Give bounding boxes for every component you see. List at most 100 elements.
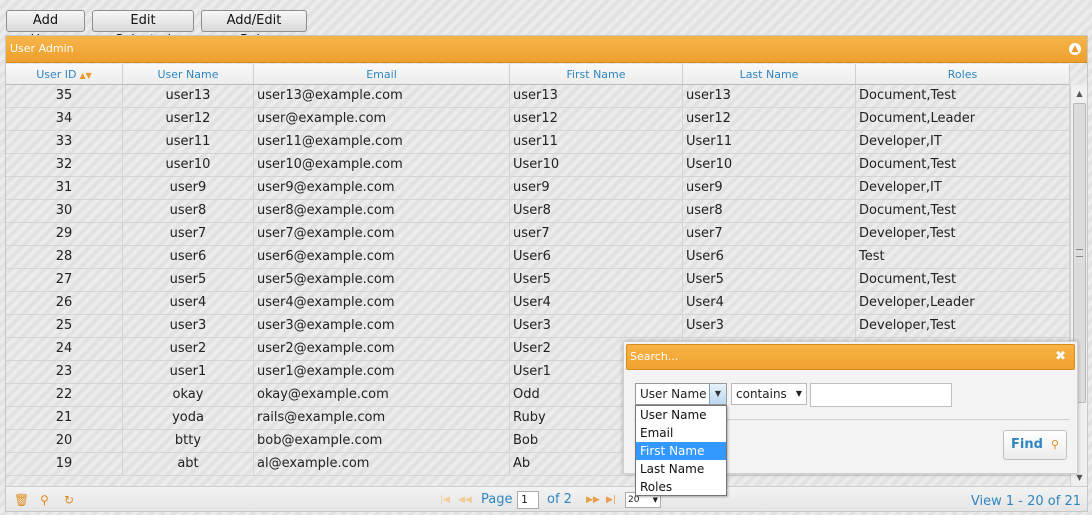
page-label: Page <box>481 492 513 507</box>
search-operator-select[interactable]: contains ▼ <box>731 383 807 405</box>
dropdown-option[interactable]: Email <box>636 424 726 442</box>
table-row[interactable]: 32 user10 user10@example.com User10 User10 Do… <box>6 154 1070 177</box>
search-field-select[interactable]: User Name ▼ <box>635 383 727 405</box>
table-row[interactable]: 26 user4 user4@example.com User4 User4 Develo… <box>6 292 1070 315</box>
record-count: View 1 - 20 of 21 <box>970 494 1081 509</box>
cell-user-name: user9 <box>123 177 254 199</box>
cell-user-name: yoda <box>123 407 254 429</box>
search-dialog-title: Search... ✖ <box>626 344 1075 370</box>
grid-caption: User Admin ▲ <box>6 36 1087 63</box>
cell-user-id: 31 <box>6 177 123 199</box>
cell-email: user1@example.com <box>254 361 510 383</box>
grid-title: User Admin <box>10 42 74 55</box>
column-header-roles[interactable]: Roles <box>856 64 1070 85</box>
column-header-email[interactable]: Email <box>254 64 510 85</box>
search-field-value: User Name <box>640 387 707 401</box>
add-user-button[interactable]: Add User <box>6 10 85 48</box>
edit-selected-button[interactable]: Edit Selected <box>92 10 194 48</box>
column-header-user-id[interactable]: User ID ▲▼ <box>6 64 123 85</box>
cell-email: user3@example.com <box>254 315 510 337</box>
cell-email: user10@example.com <box>254 154 510 176</box>
cell-email: user4@example.com <box>254 292 510 314</box>
scroll-up-icon[interactable]: ▲ <box>1073 87 1086 100</box>
first-page-icon[interactable]: |◀ <box>440 495 450 505</box>
table-row[interactable]: 31 user9 user9@example.com user9 user9 Develo… <box>6 177 1070 200</box>
cell-last-name: User4 <box>683 292 856 314</box>
cell-user-name: user12 <box>123 108 254 130</box>
prev-page-icon[interactable]: ◀◀ <box>458 495 472 505</box>
page-count: of 2 <box>547 492 572 507</box>
cell-roles: Developer,Test <box>856 315 1070 337</box>
cell-email: user@example.com <box>254 108 510 130</box>
table-row[interactable]: 35 user13 user13@example.com user13 user13 Do… <box>6 85 1070 108</box>
search-icon[interactable]: ⚲ <box>40 493 49 507</box>
table-row[interactable]: 34 user12 user@example.com user12 user12 Docu… <box>6 108 1070 131</box>
cell-email: user7@example.com <box>254 223 510 245</box>
cell-user-name: user5 <box>123 269 254 291</box>
pager: 🗑 ⚲ ↻ |◀ ◀◀ Page 1 of 2 ▶▶ ▶| 20 ▼ View 1… <box>6 486 1087 511</box>
cell-user-id: 22 <box>6 384 123 406</box>
search-value-input[interactable] <box>810 383 952 407</box>
cell-roles: Document,Test <box>856 85 1070 107</box>
table-row[interactable]: 27 user5 user5@example.com User5 User5 Docume… <box>6 269 1070 292</box>
table-row[interactable]: 29 user7 user7@example.com user7 user7 Develo… <box>6 223 1070 246</box>
cell-user-name: user2 <box>123 338 254 360</box>
cell-user-id: 20 <box>6 430 123 452</box>
trash-icon[interactable]: 🗑 <box>14 493 29 507</box>
cell-user-name: user3 <box>123 315 254 337</box>
cell-user-name: user1 <box>123 361 254 383</box>
collapse-icon[interactable]: ▲ <box>1069 43 1081 55</box>
table-row[interactable]: 28 user6 user6@example.com User6 User6 Test <box>6 246 1070 269</box>
last-page-icon[interactable]: ▶| <box>606 495 616 505</box>
cell-user-id: 28 <box>6 246 123 268</box>
cell-roles: Document,Test <box>856 200 1070 222</box>
cell-first-name: User5 <box>510 269 683 291</box>
column-header-first-name[interactable]: First Name <box>510 64 683 85</box>
cell-email: user11@example.com <box>254 131 510 153</box>
dropdown-option[interactable]: Roles <box>636 478 726 496</box>
find-button-label: Find <box>1011 437 1043 452</box>
cell-user-id: 30 <box>6 200 123 222</box>
table-row[interactable]: 25 user3 user3@example.com User3 User3 Develo… <box>6 315 1070 338</box>
cell-roles: Developer,Leader <box>856 292 1070 314</box>
cell-last-name: user7 <box>683 223 856 245</box>
dropdown-option[interactable]: First Name <box>636 442 726 460</box>
cell-user-name: user6 <box>123 246 254 268</box>
sort-desc-icon[interactable]: ▲▼ <box>79 71 91 80</box>
cell-user-id: 33 <box>6 131 123 153</box>
next-page-icon[interactable]: ▶▶ <box>586 495 600 505</box>
cell-email: user13@example.com <box>254 85 510 107</box>
cell-email: user2@example.com <box>254 338 510 360</box>
chevron-down-icon[interactable]: ▼ <box>709 384 726 404</box>
cell-first-name: user13 <box>510 85 683 107</box>
column-header-label: User ID <box>36 68 77 81</box>
chevron-down-icon: ▼ <box>795 389 802 398</box>
cell-user-id: 29 <box>6 223 123 245</box>
refresh-icon[interactable]: ↻ <box>64 493 74 507</box>
cell-roles: Document,Test <box>856 154 1070 176</box>
table-row[interactable]: 30 user8 user8@example.com User8 user8 Docume… <box>6 200 1070 223</box>
cell-user-id: 26 <box>6 292 123 314</box>
find-button[interactable]: Find ⚲ <box>1003 430 1067 460</box>
cell-email: user9@example.com <box>254 177 510 199</box>
cell-last-name: user9 <box>683 177 856 199</box>
cell-email: okay@example.com <box>254 384 510 406</box>
cell-user-name: user13 <box>123 85 254 107</box>
cell-email: rails@example.com <box>254 407 510 429</box>
cell-roles: Document,Leader <box>856 108 1070 130</box>
add-edit-role-button[interactable]: Add/Edit Role <box>201 10 307 48</box>
cell-first-name: User8 <box>510 200 683 222</box>
cell-last-name: User3 <box>683 315 856 337</box>
table-row[interactable]: 33 user11 user11@example.com user11 User11 De… <box>6 131 1070 154</box>
cell-user-id: 23 <box>6 361 123 383</box>
close-icon[interactable]: ✖ <box>1055 345 1066 369</box>
dropdown-option[interactable]: User Name <box>636 406 726 424</box>
search-operator-value: contains <box>736 387 787 401</box>
column-header-last-name[interactable]: Last Name <box>683 64 856 85</box>
search-dialog-title-text: Search... <box>630 350 679 363</box>
page-input[interactable]: 1 <box>517 491 539 509</box>
dropdown-option[interactable]: Last Name <box>636 460 726 478</box>
cell-user-id: 21 <box>6 407 123 429</box>
cell-user-name: user11 <box>123 131 254 153</box>
column-header-user-name[interactable]: User Name <box>123 64 254 85</box>
